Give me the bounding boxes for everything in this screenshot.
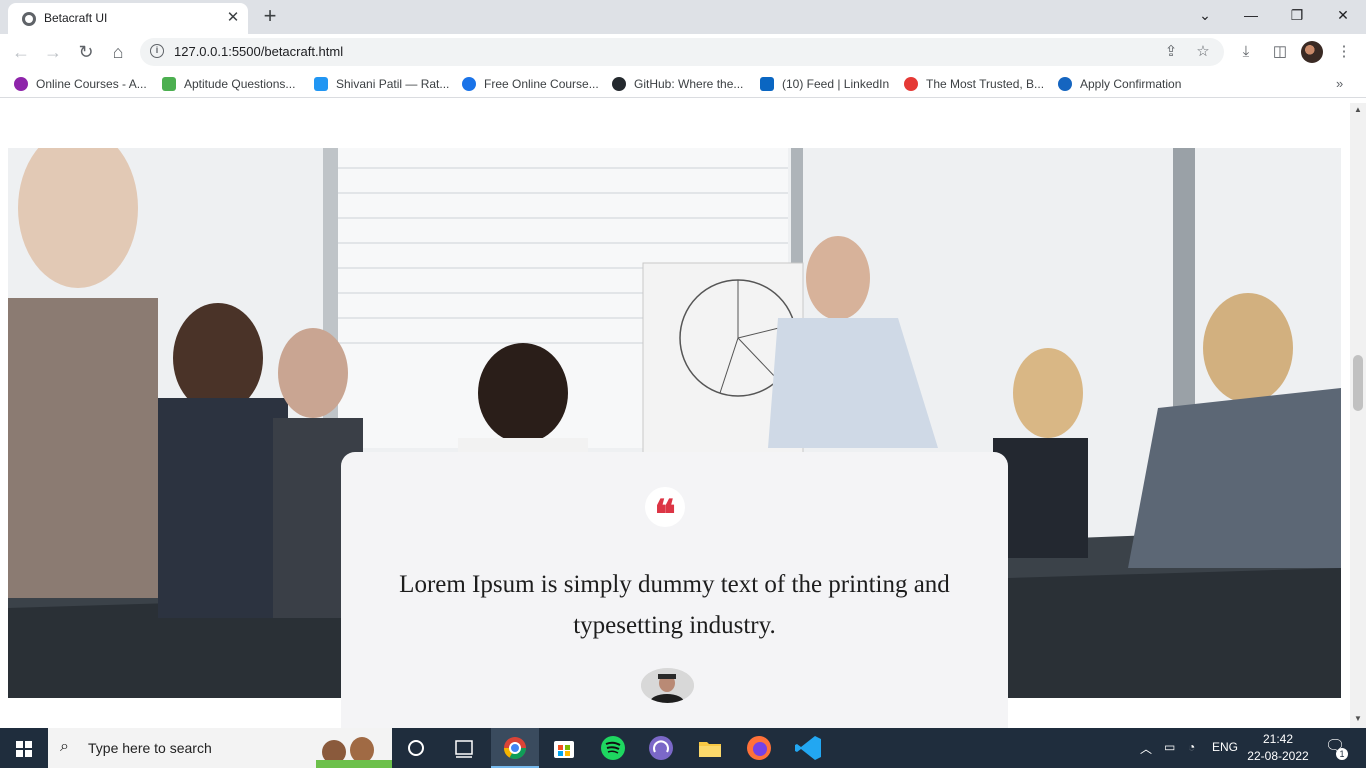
- battery-icon[interactable]: ▭: [1164, 740, 1175, 754]
- search-icon: ⌕: [60, 738, 69, 755]
- close-tab-button[interactable]: ✕: [224, 9, 242, 27]
- bookmark-github[interactable]: GitHub: Where the...: [612, 76, 743, 92]
- vscode-icon[interactable]: [785, 728, 833, 768]
- taskbar-search-input[interactable]: ⌕ Type here to search: [48, 728, 392, 768]
- clock-date: 22-08-2022: [1247, 749, 1309, 763]
- reload-icon[interactable]: ↻: [75, 41, 97, 63]
- linkedin-icon: [760, 77, 774, 91]
- github-icon: [612, 77, 626, 91]
- avatar: [641, 668, 694, 703]
- show-hidden-icons-chevron-icon[interactable]: ︿: [1140, 740, 1152, 757]
- url-text[interactable]: 127.0.0.1:5500/betacraft.html: [174, 44, 343, 59]
- tab-betacraft[interactable]: Betacraft UI ✕: [8, 3, 248, 34]
- back-arrow-icon[interactable]: ←: [10, 41, 32, 63]
- scroll-up-arrow-icon[interactable]: ▲: [1353, 105, 1363, 114]
- windows-taskbar: ⌕ Type here to search ︿ ▭ ◔ ENG 21:42 22…: [0, 728, 1366, 768]
- address-bar[interactable]: i 127.0.0.1:5500/betacraft.html ⇪ ☆: [140, 38, 1224, 66]
- start-button[interactable]: [0, 728, 48, 768]
- restore-button[interactable]: ❐: [1285, 4, 1309, 26]
- firefox-icon[interactable]: [735, 728, 783, 768]
- close-window-button[interactable]: ✕: [1331, 4, 1355, 26]
- scroll-down-arrow-icon[interactable]: ▼: [1353, 714, 1363, 723]
- new-tab-button[interactable]: +: [259, 5, 281, 27]
- bookmark-star-icon[interactable]: ☆: [1194, 43, 1212, 61]
- search-highlight-icon: [316, 737, 392, 768]
- windows-logo-icon: [16, 741, 32, 757]
- testimonial-card: ❝ Lorem Ipsum is simply dummy text of th…: [341, 452, 1008, 728]
- tab-title: Betacraft UI: [44, 11, 108, 25]
- page-viewport: ❝ Lorem Ipsum is simply dummy text of th…: [0, 103, 1350, 728]
- audio-app-icon[interactable]: [637, 728, 685, 768]
- moon-icon: [1058, 77, 1072, 91]
- more-bookmarks-chevron-icon[interactable]: »: [1336, 76, 1343, 91]
- bookmark-shivani-patil[interactable]: Shivani Patil — Rat...: [314, 76, 449, 92]
- chrome-icon[interactable]: [491, 728, 539, 768]
- language-indicator[interactable]: ENG: [1212, 740, 1238, 754]
- search-placeholder: Type here to search: [88, 740, 212, 756]
- share-icon[interactable]: ⇪: [1162, 43, 1180, 61]
- cortana-icon[interactable]: [392, 728, 440, 768]
- browser-toolbar: ← → ↻ ⌂ i 127.0.0.1:5500/betacraft.html …: [0, 34, 1366, 70]
- profile-avatar[interactable]: [1301, 41, 1323, 63]
- m-logo-icon: [904, 77, 918, 91]
- bookmark-online-courses[interactable]: Online Courses - A...: [14, 76, 147, 92]
- google-icon: [462, 77, 476, 91]
- bookmark-linkedin[interactable]: (10) Feed | LinkedIn: [760, 76, 889, 92]
- tab-strip: Betacraft UI ✕ + ⌄ — ❐ ✕: [0, 0, 1366, 34]
- forward-arrow-icon[interactable]: →: [42, 41, 64, 63]
- bookmark-free-online-course[interactable]: Free Online Course...: [462, 76, 599, 92]
- site-info-icon[interactable]: i: [150, 44, 164, 58]
- task-view-icon[interactable]: [440, 728, 488, 768]
- page-scrollbar[interactable]: ▲ ▼: [1350, 103, 1366, 728]
- bookmarks-bar: Online Courses - A... Aptitude Questions…: [0, 70, 1366, 98]
- resume-icon: [314, 77, 328, 91]
- notification-count-badge: 1: [1336, 748, 1348, 760]
- quote-icon: ❝: [645, 487, 685, 538]
- spotify-icon[interactable]: [589, 728, 637, 768]
- microsoft-store-icon[interactable]: [540, 728, 588, 768]
- home-icon[interactable]: ⌂: [107, 41, 129, 63]
- minimize-button[interactable]: —: [1239, 4, 1263, 26]
- bookmark-most-trusted[interactable]: The Most Trusted, B...: [904, 76, 1044, 92]
- menu-kebab-icon[interactable]: ⋮: [1334, 42, 1354, 62]
- udemy-icon: [14, 77, 28, 91]
- system-clock[interactable]: 21:42 22-08-2022: [1246, 731, 1310, 765]
- clock-time: 21:42: [1262, 732, 1294, 746]
- leaf-icon: [162, 77, 176, 91]
- side-panel-icon[interactable]: ◫: [1270, 42, 1290, 62]
- scroll-thumb[interactable]: [1353, 355, 1363, 411]
- tab-search-button[interactable]: ⌄: [1193, 4, 1217, 26]
- wifi-icon[interactable]: ◔: [1188, 740, 1195, 754]
- bookmark-apply-confirmation[interactable]: Apply Confirmation: [1058, 76, 1181, 92]
- file-explorer-icon[interactable]: [686, 728, 734, 768]
- bookmark-aptitude[interactable]: Aptitude Questions...: [162, 76, 295, 92]
- testimonial-text: Lorem Ipsum is simply dummy text of the …: [399, 571, 950, 639]
- download-icon[interactable]: ⤓: [1236, 42, 1256, 62]
- globe-icon: [22, 12, 36, 26]
